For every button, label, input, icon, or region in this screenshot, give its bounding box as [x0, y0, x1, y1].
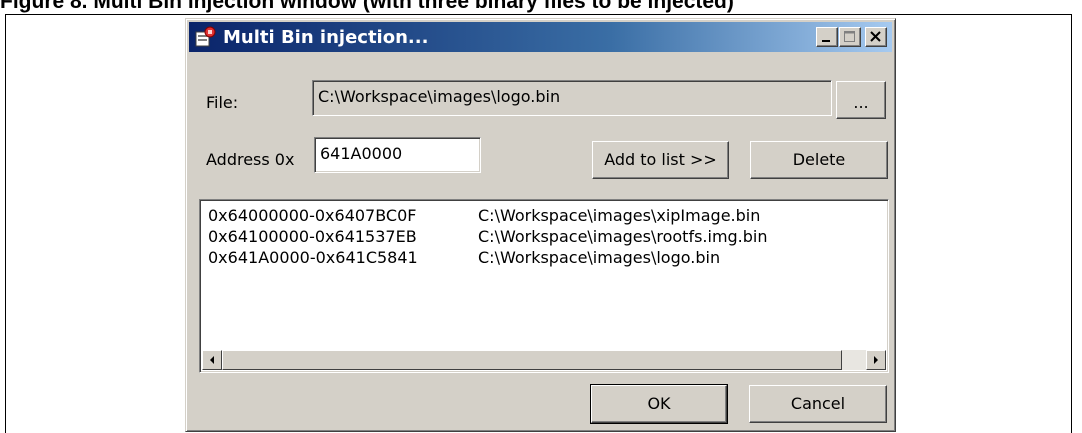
- list-item-range: 0x641A0000-0x641C5841: [208, 248, 418, 267]
- close-button[interactable]: [865, 27, 887, 47]
- address-input[interactable]: 641A0000: [314, 137, 481, 173]
- list-item-path: C:\Workspace\images\logo.bin: [478, 248, 721, 267]
- horizontal-scrollbar[interactable]: [202, 350, 886, 370]
- scroll-right-button[interactable]: [866, 350, 886, 370]
- browse-button[interactable]: ...: [836, 81, 886, 119]
- list-item-range: 0x64000000-0x6407BC0F: [208, 206, 417, 225]
- title-bar[interactable]: Multi Bin injection...: [189, 22, 892, 52]
- list-item-path: C:\Workspace\images\xipImage.bin: [478, 206, 761, 225]
- file-label: File:: [206, 93, 239, 112]
- multi-bin-dialog: Multi Bin injection... File: C:\Workspac…: [185, 18, 896, 432]
- dialog-title: Multi Bin injection...: [223, 27, 429, 48]
- minimize-icon: [822, 40, 830, 42]
- minimize-button[interactable]: [816, 27, 838, 47]
- maximize-icon: [844, 31, 855, 42]
- scrollbar-thumb[interactable]: [222, 350, 842, 370]
- delete-button[interactable]: Delete: [750, 141, 888, 179]
- cancel-button[interactable]: Cancel: [749, 385, 887, 423]
- scroll-right-icon: [874, 356, 878, 364]
- maximize-button[interactable]: [839, 27, 861, 47]
- figure-caption: Figure 8. Multi Bin injection window (wi…: [0, 0, 734, 13]
- file-path-field[interactable]: C:\Workspace\images\logo.bin: [312, 80, 832, 116]
- ok-button[interactable]: OK: [590, 384, 728, 424]
- list-item-range: 0x64100000-0x641537EB: [208, 227, 417, 246]
- address-label: Address 0x: [206, 150, 295, 169]
- injection-list[interactable]: 0x64000000-0x6407BC0F C:\Workspace\image…: [199, 199, 889, 373]
- list-item-path: C:\Workspace\images\rootfs.img.bin: [478, 227, 768, 246]
- close-icon: [870, 31, 881, 42]
- scroll-left-icon: [210, 356, 214, 364]
- scroll-left-button[interactable]: [202, 350, 222, 370]
- app-icon: [195, 26, 216, 47]
- add-to-list-button[interactable]: Add to list >>: [592, 141, 729, 179]
